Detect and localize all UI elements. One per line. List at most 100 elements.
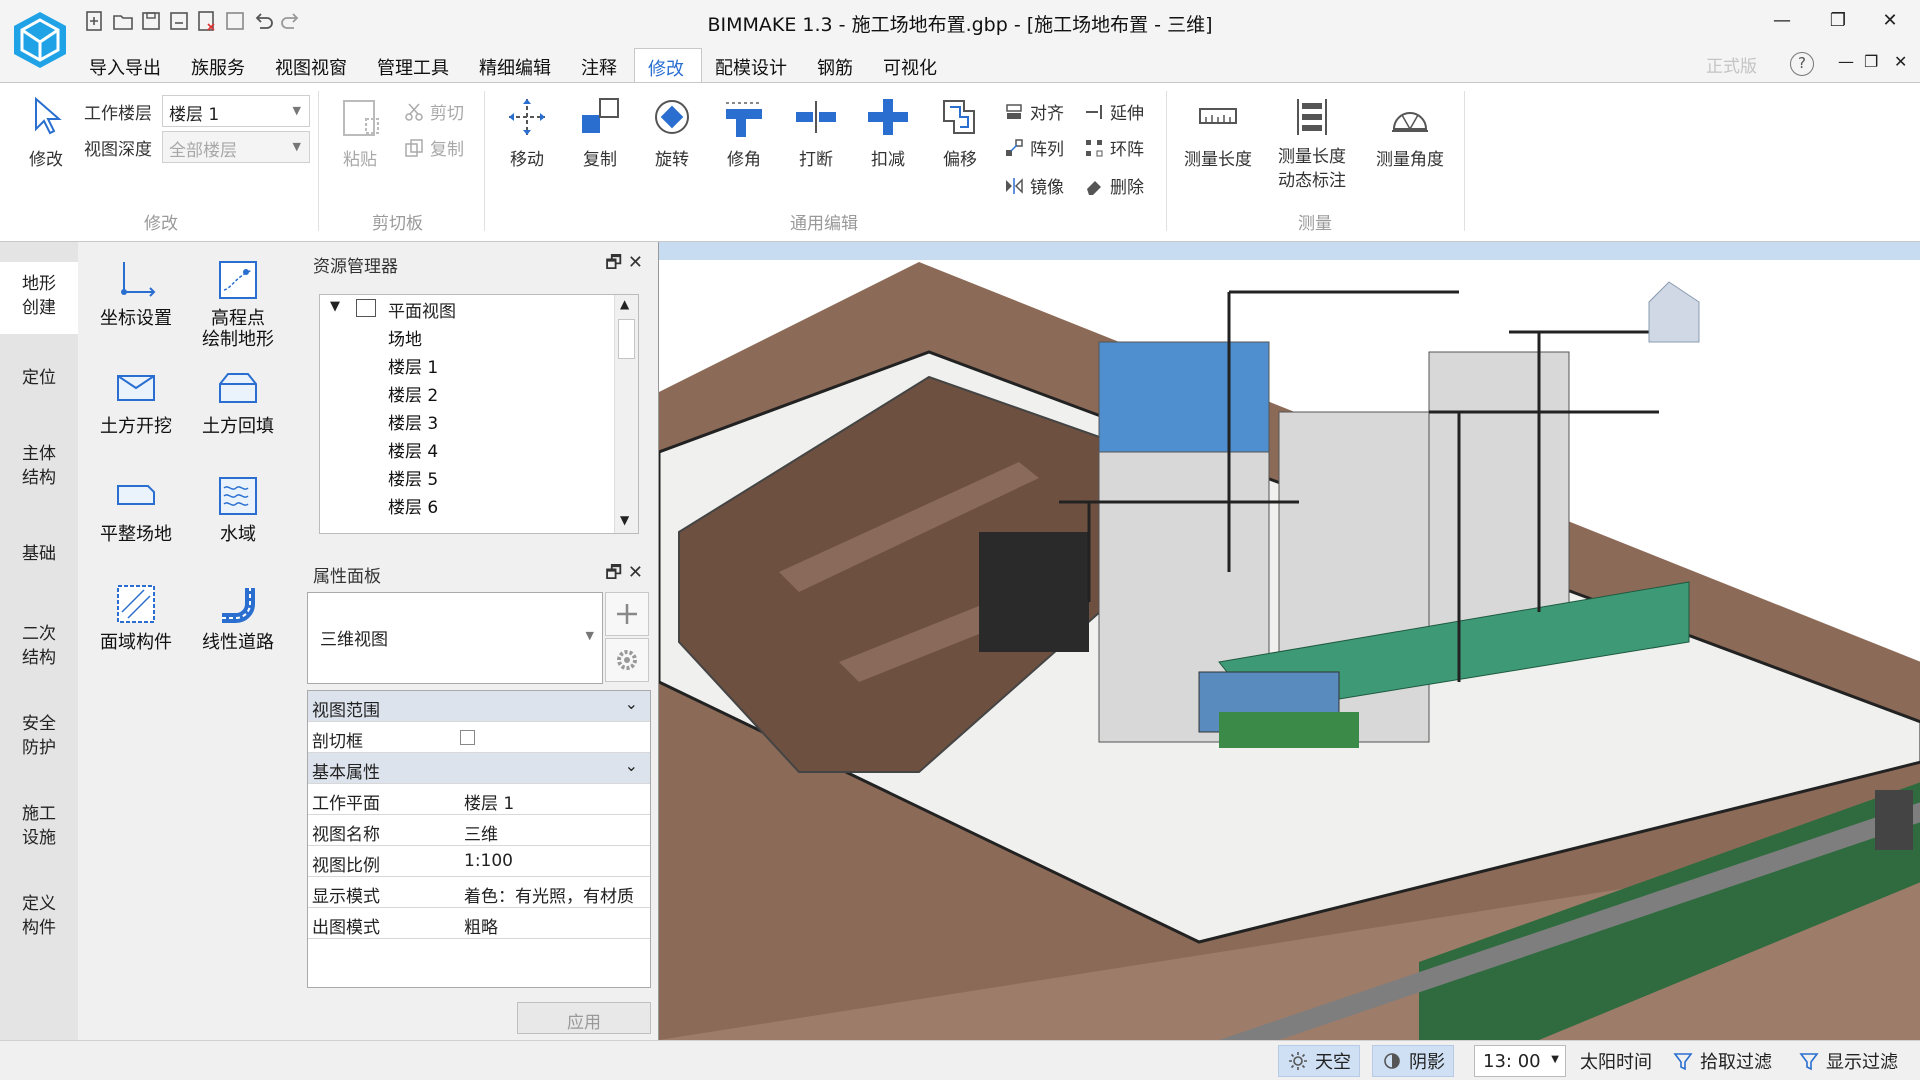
properties-header: 属性面板 🗗 ✕ xyxy=(303,556,653,588)
tree-item-level-3[interactable]: 楼层 3 xyxy=(388,409,438,434)
area-component-tool[interactable]: 面域构件 xyxy=(86,582,186,653)
tab-label: 安全 xyxy=(22,714,56,734)
menu-manage-tools[interactable]: 管理工具 xyxy=(364,48,466,82)
tree-item-level-5[interactable]: 楼层 5 xyxy=(388,465,438,490)
tree-item-level-1[interactable]: 楼层 1 xyxy=(388,353,438,378)
copy-clip-button[interactable]: 复制 xyxy=(404,135,464,160)
offset-button[interactable]: 偏移 xyxy=(938,95,982,170)
ribbon-separator xyxy=(1464,91,1465,231)
ribbon-restore-button[interactable]: ❐ xyxy=(1864,52,1878,71)
close-button[interactable]: ✕ xyxy=(1870,6,1910,34)
minimize-button[interactable]: — xyxy=(1762,6,1802,34)
copy-button[interactable]: 复制 xyxy=(578,95,622,170)
add-type-button[interactable] xyxy=(605,592,649,636)
menu-annotate[interactable]: 注释 xyxy=(568,48,634,82)
paste-button[interactable]: 粘贴 xyxy=(338,95,382,170)
menu-fine-edit[interactable]: 精细编辑 xyxy=(466,48,568,82)
float-icon[interactable]: 🗗 xyxy=(605,252,622,273)
tree-scrollbar[interactable]: ▲ ▼ xyxy=(614,295,638,533)
close-icon[interactable]: ✕ xyxy=(628,252,643,273)
chevron-down-icon[interactable]: ▼ xyxy=(330,299,340,314)
break-button[interactable]: 打断 xyxy=(794,95,838,170)
menu-modify[interactable]: 修改 xyxy=(634,48,702,82)
tab-label: 施工 xyxy=(22,804,56,824)
delete-button[interactable]: 删除 xyxy=(1084,173,1144,198)
tree-root-plan-view[interactable]: 平面视图 xyxy=(388,297,456,322)
view-type-select[interactable]: 三维视图 ▼ xyxy=(307,592,603,684)
tab-foundation[interactable]: 基础 xyxy=(0,542,78,566)
menu-visualize[interactable]: 可视化 xyxy=(870,48,954,82)
tab-label: 结构 xyxy=(22,468,56,488)
section-box-checkbox[interactable] xyxy=(460,730,475,745)
menu-family-service[interactable]: 族服务 xyxy=(178,48,262,82)
display-filter-button[interactable]: 显示过滤 xyxy=(1790,1045,1906,1077)
scroll-up-icon[interactable]: ▲ xyxy=(620,297,629,311)
tab-define-component[interactable]: 定义 构件 xyxy=(0,892,78,940)
level-site-tool[interactable]: 平整场地 xyxy=(86,474,186,545)
tab-label: 定义 xyxy=(22,894,56,914)
ring-array-button[interactable]: 环阵 xyxy=(1084,135,1144,160)
tab-secondary-structure[interactable]: 二次 结构 xyxy=(0,622,78,670)
scroll-down-icon[interactable]: ▼ xyxy=(620,513,629,527)
scroll-thumb[interactable] xyxy=(618,319,635,359)
time-select[interactable]: 13: 00 ▼ xyxy=(1474,1045,1566,1077)
cut-button[interactable]: 剪切 xyxy=(404,99,464,124)
linear-road-tool[interactable]: 线性道路 xyxy=(188,582,288,653)
trim-button[interactable]: 修角 xyxy=(722,95,766,170)
tree-item-level-4[interactable]: 楼层 4 xyxy=(388,437,438,462)
property-row[interactable]: 视图比例 1:100 xyxy=(308,846,650,877)
close-icon[interactable]: ✕ xyxy=(628,562,643,583)
tab-main-structure[interactable]: 主体 结构 xyxy=(0,442,78,490)
deduct-button[interactable]: 扣减 xyxy=(866,95,910,170)
work-level-select[interactable]: 楼层 1 ▼ xyxy=(162,95,310,127)
type-settings-button[interactable] xyxy=(605,638,649,682)
earth-excavation-tool[interactable]: 土方开挖 xyxy=(86,366,186,437)
help-icon[interactable]: ? xyxy=(1790,52,1814,76)
align-button[interactable]: 对齐 xyxy=(1004,99,1064,124)
mirror-button[interactable]: 镜像 xyxy=(1004,173,1064,198)
sky-toggle[interactable]: 天空 xyxy=(1278,1045,1360,1077)
menu-formwork-design[interactable]: 配模设计 xyxy=(702,48,804,82)
apply-button[interactable]: 应用 xyxy=(517,1002,651,1034)
restore-button[interactable]: ❐ xyxy=(1818,6,1858,34)
tree-item-site[interactable]: 场地 xyxy=(388,325,422,350)
chevron-down-icon: ▼ xyxy=(292,104,301,117)
ribbon-minimize-button[interactable]: — xyxy=(1838,52,1854,71)
property-row[interactable]: 显示模式 着色：有光照，有材质 xyxy=(308,877,650,908)
shadow-toggle[interactable]: 阴影 xyxy=(1372,1045,1454,1077)
measure-length-button[interactable]: 测量长度 xyxy=(1184,95,1252,170)
water-area-tool[interactable]: 水域 xyxy=(188,474,288,545)
backfill-icon xyxy=(219,373,257,403)
coordinate-setting-tool[interactable]: 坐标设置 xyxy=(86,258,186,329)
view-depth-select[interactable]: 全部楼层 ▼ xyxy=(162,131,310,163)
ribbon-close-button[interactable]: ✕ xyxy=(1894,52,1907,71)
property-row[interactable]: 工作平面 楼层 1 xyxy=(308,784,650,815)
earth-backfill-tool[interactable]: 土方回填 xyxy=(188,366,288,437)
tab-safety[interactable]: 安全 防护 xyxy=(0,712,78,760)
section-view-range[interactable]: 视图范围 ⌄ xyxy=(308,691,650,722)
tree-item-level-6[interactable]: 楼层 6 xyxy=(388,493,438,518)
extend-button[interactable]: 延伸 xyxy=(1084,99,1144,124)
tab-positioning[interactable]: 定位 xyxy=(0,366,78,390)
section-basic-properties[interactable]: 基本属性 ⌄ xyxy=(308,753,650,784)
ring-array-label: 环阵 xyxy=(1110,140,1144,160)
filter-icon xyxy=(1673,1053,1693,1071)
modify-button[interactable]: 修改 xyxy=(24,95,68,170)
measure-angle-button[interactable]: 测量角度 xyxy=(1376,95,1444,170)
move-button[interactable]: 移动 xyxy=(505,95,549,170)
elevation-point-tool[interactable]: 高程点 绘制地形 xyxy=(188,258,288,350)
tree-item-level-2[interactable]: 楼层 2 xyxy=(388,381,438,406)
tab-construction-facility[interactable]: 施工 设施 xyxy=(0,802,78,850)
menu-import-export[interactable]: 导入导出 xyxy=(76,48,178,82)
rotate-button[interactable]: 旋转 xyxy=(650,95,694,170)
pick-filter-button[interactable]: 拾取过滤 xyxy=(1664,1045,1780,1077)
menu-view-window[interactable]: 视图视窗 xyxy=(262,48,364,82)
menu-rebar[interactable]: 钢筋 xyxy=(804,48,870,82)
float-icon[interactable]: 🗗 xyxy=(605,562,622,583)
tab-terrain-create[interactable]: 地形 创建 xyxy=(0,262,78,334)
property-row[interactable]: 出图模式 粗略 xyxy=(308,908,650,939)
array-button[interactable]: 阵列 xyxy=(1004,135,1064,160)
3d-viewport[interactable] xyxy=(658,242,1920,1040)
property-row[interactable]: 视图名称 三维 xyxy=(308,815,650,846)
measure-dynamic-button[interactable]: 测量长度 动态标注 xyxy=(1278,95,1346,193)
